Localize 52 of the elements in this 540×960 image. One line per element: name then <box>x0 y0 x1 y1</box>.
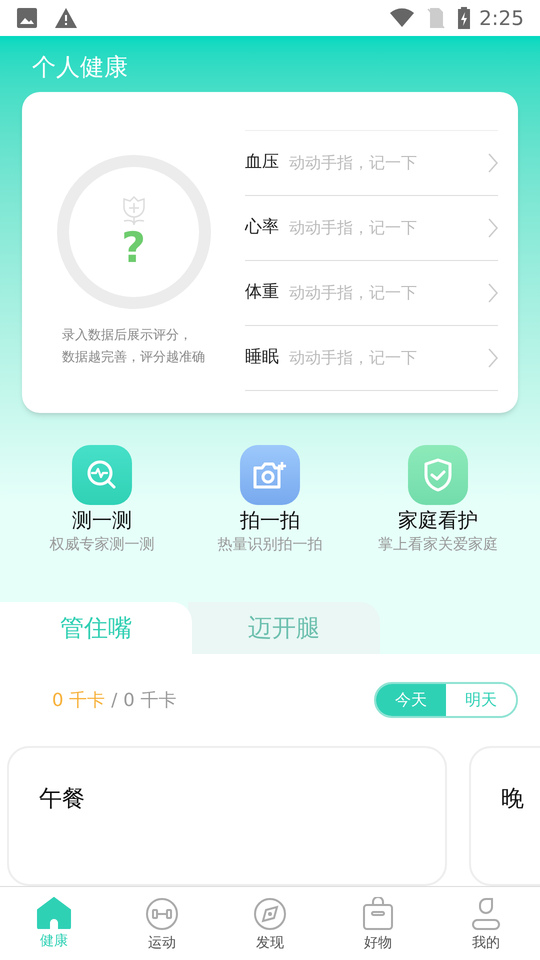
dumbbell-icon <box>145 897 179 931</box>
chevron-right-icon <box>488 348 498 368</box>
shopping-bag-icon <box>362 897 394 931</box>
calories-eaten: 0 千卡 <box>52 688 106 712</box>
nav-item[interactable]: 运动 <box>108 887 216 960</box>
warning-icon <box>54 7 78 29</box>
wifi-icon <box>389 8 416 28</box>
person-icon <box>471 897 501 931</box>
chevron-right-icon <box>488 218 498 238</box>
chevron-right-icon <box>488 152 498 173</box>
shield-check-icon <box>423 457 453 493</box>
unknown-score: ? <box>121 226 146 269</box>
page-title: 个人健康 <box>32 53 128 81</box>
meal-title: 午餐 <box>39 786 85 812</box>
metric-row[interactable]: 血压 动动手指，记一下 <box>245 130 498 196</box>
home-icon <box>37 897 71 929</box>
metric-hint: 动动手指，记一下 <box>289 346 418 369</box>
image-icon <box>16 7 38 29</box>
metric-label: 体重 <box>245 280 279 304</box>
action-title: 测一测 <box>72 507 132 534</box>
metric-label: 心率 <box>245 216 279 239</box>
metric-row[interactable]: 体重 动动手指，记一下 <box>245 260 498 326</box>
action-title: 家庭看护 <box>398 507 478 534</box>
meal-card[interactable]: 午餐 <box>7 746 447 886</box>
action-title: 拍一拍 <box>240 507 300 534</box>
battery-charging-icon <box>457 7 472 29</box>
action-button[interactable] <box>72 445 132 505</box>
chevron-right-icon <box>488 282 498 303</box>
metric-hint: 动动手指，记一下 <box>289 216 418 239</box>
no-sim-icon <box>427 7 446 29</box>
meal-title: 晚 <box>501 786 524 812</box>
metric-label: 睡眠 <box>245 346 279 369</box>
calories-separator: / <box>111 688 118 712</box>
calories-target: 0 千卡 <box>123 688 176 712</box>
action-subtitle: 掌上看家关爱家庭 <box>378 534 498 554</box>
score-hint-text: 数据越完善，评分越准确 <box>62 348 205 367</box>
action-button[interactable] <box>408 445 468 505</box>
metric-row[interactable]: 心率 动动手指，记一下 <box>245 196 498 261</box>
action-subtitle: 热量识别拍一拍 <box>218 534 322 554</box>
metric-row[interactable]: 睡眠 动动手指，记一下 <box>245 326 498 391</box>
nav-item[interactable]: 好物 <box>324 887 432 960</box>
metric-hint: 动动手指，记一下 <box>289 282 418 304</box>
metric-hint: 动动手指，记一下 <box>289 152 418 174</box>
action-subtitle: 权威专家测一测 <box>50 534 154 554</box>
nav-item[interactable]: 发现 <box>216 887 324 960</box>
metric-label: 血压 <box>245 150 279 174</box>
compass-icon <box>253 897 287 931</box>
status-time: 2:25 <box>479 5 524 32</box>
score-hint-text: 录入数据后展示评分， <box>62 326 192 345</box>
nav-item[interactable]: 我的 <box>432 887 540 960</box>
camera-icon <box>252 459 288 491</box>
action-button[interactable] <box>240 445 300 505</box>
